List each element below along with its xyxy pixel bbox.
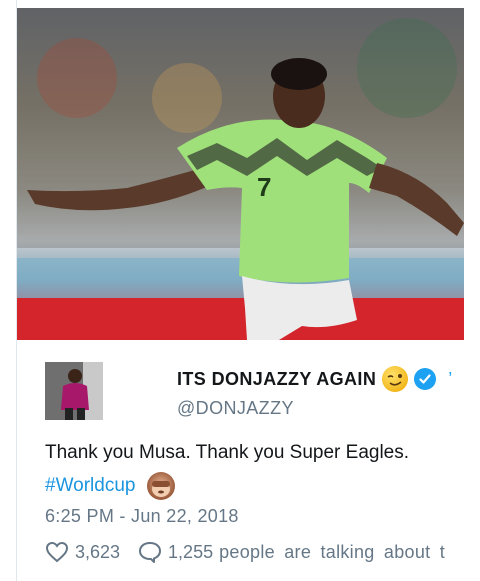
author-name[interactable]: ITS DONJAZZY AGAIN bbox=[177, 369, 376, 390]
avatar-image bbox=[45, 362, 103, 420]
winking-face-icon bbox=[382, 366, 409, 392]
like-count: 3,623 bbox=[75, 541, 121, 562]
author-avatar[interactable] bbox=[45, 362, 103, 420]
truncated-header-mark: ’ bbox=[448, 368, 453, 389]
reply-action[interactable]: 1,255 people are talking about t bbox=[138, 541, 445, 563]
author-handle[interactable]: @DONJAZZY bbox=[177, 398, 294, 419]
like-action[interactable]: 3,623 bbox=[45, 541, 120, 563]
player-celebration-photo: 7 bbox=[17, 8, 464, 340]
see-no-evil-monkey-icon bbox=[147, 472, 176, 500]
hashtag-link[interactable]: #Worldcup bbox=[45, 475, 135, 497]
tweet-text: Thank you Musa. Thank you Super Eagles. bbox=[45, 442, 410, 463]
verified-badge-icon bbox=[414, 368, 437, 390]
talking-about-text: people are talking about t bbox=[219, 541, 446, 562]
tweet-card[interactable]: 7 ITS DONJAZZY AGAIN ’ @DONJAZZY Thank y… bbox=[16, 0, 480, 581]
speech-bubble-icon[interactable] bbox=[138, 541, 162, 563]
tweet-timestamp[interactable]: 6:25 PM - Jun 22, 2018 bbox=[45, 506, 239, 527]
jersey-number: 7 bbox=[257, 172, 271, 202]
tweet-media-photo[interactable]: 7 bbox=[17, 8, 464, 340]
engagement-bar: 3,623 1,255 people are talking about t bbox=[45, 541, 463, 563]
heart-icon[interactable] bbox=[45, 541, 69, 563]
tweet-hashtag-row: #Worldcup bbox=[45, 472, 176, 500]
author-name-row[interactable]: ITS DONJAZZY AGAIN ’ bbox=[177, 366, 452, 392]
tweet-header: ITS DONJAZZY AGAIN ’ @DONJAZZY bbox=[17, 360, 464, 420]
reply-count: 1,255 bbox=[168, 541, 214, 562]
